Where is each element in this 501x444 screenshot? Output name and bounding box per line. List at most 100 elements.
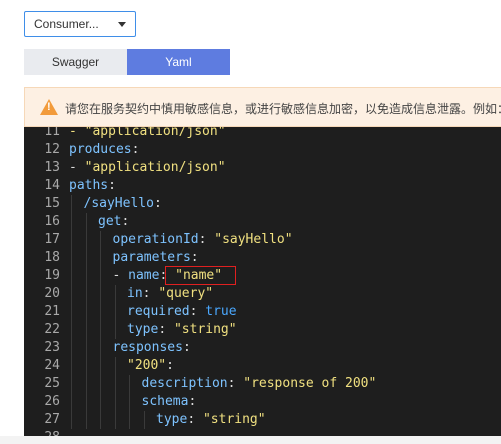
code-text: type: "string" — [156, 411, 266, 429]
code-text: produces: — [69, 141, 139, 159]
indent-guide — [71, 303, 72, 321]
code-text: /sayHello: — [84, 195, 162, 213]
code-text: operationId: "sayHello" — [113, 231, 293, 249]
code-token: : — [188, 394, 197, 409]
indent-guide — [100, 411, 101, 429]
line-number: 28 — [24, 429, 60, 436]
code-line[interactable]: 15/sayHello: — [24, 195, 501, 213]
yaml-editor[interactable]: 11- "application/json" 12 produces: 13- "ap… — [24, 127, 501, 436]
code-token: type — [156, 412, 188, 427]
indent-guide — [129, 375, 130, 393]
code-token: : — [227, 376, 244, 391]
indent-guide — [71, 357, 72, 375]
code-line[interactable]: 13- "application/json" — [24, 159, 501, 177]
code-line[interactable]: 18 parameters: — [24, 249, 501, 267]
code-line[interactable]: 23 responses: — [24, 339, 501, 357]
indent-guide — [85, 249, 87, 267]
indent-guide — [71, 213, 72, 231]
warning-text: 请您在服务契约中慎用敏感信息，或进行敏感信息加密，以免造成信息泄露。例如：用户 — [65, 102, 501, 116]
code-token: : — [189, 304, 206, 319]
code-line[interactable]: 20 in: "query" — [24, 285, 501, 303]
indent-guide — [71, 231, 72, 249]
code-line[interactable]: 21 required: true — [24, 303, 501, 321]
indent-guide — [100, 303, 101, 321]
highlight-box — [165, 266, 236, 285]
indent-guide — [100, 249, 101, 267]
code-line[interactable]: 14 paths: — [24, 177, 501, 195]
code-line[interactable]: 16 get: — [24, 213, 501, 231]
code-token: - — [69, 160, 85, 175]
indent-guide — [85, 411, 87, 429]
line-number: 23 — [44, 340, 60, 355]
consumer-select-value: Consumer... — [34, 17, 99, 31]
line-number: 24 — [44, 358, 60, 373]
code-token: in — [127, 286, 143, 301]
indent-guide — [71, 393, 72, 411]
indent-guide — [85, 267, 87, 285]
code-line[interactable]: 24 "200": — [24, 357, 501, 375]
line-number: 20 — [44, 286, 60, 301]
code-token: "query" — [158, 286, 214, 301]
indent-guide — [100, 339, 101, 357]
code-token: "string" — [173, 322, 237, 337]
code-line[interactable]: 22 type: "string" — [24, 321, 501, 339]
page-bottom-strip — [0, 436, 501, 444]
code-text: in: "query" — [127, 285, 213, 303]
code-text: "200": — [127, 357, 174, 375]
code-token: operationId — [112, 232, 199, 247]
code-line[interactable]: 26 schema: — [24, 393, 501, 411]
line-number: 11 — [44, 127, 60, 139]
indent-guide — [85, 321, 87, 339]
code-line[interactable]: 19- name: "name" — [24, 267, 501, 285]
tab-swagger[interactable]: Swagger — [24, 49, 127, 75]
code-token: : — [108, 178, 116, 193]
code-token: "200" — [127, 358, 167, 373]
consumer-select[interactable]: Consumer... — [24, 11, 136, 37]
indent-guide — [85, 339, 87, 357]
line-number: 14 — [44, 178, 60, 193]
indent-guide — [100, 321, 101, 339]
indent-guide — [114, 321, 116, 339]
indent-guide — [100, 375, 101, 393]
chevron-down-icon[interactable] — [118, 22, 126, 27]
indent-guide — [85, 231, 87, 249]
indent-guide — [85, 393, 87, 411]
code-token: "response of 200" — [243, 376, 377, 391]
code-line[interactable]: 27 type: "string" — [24, 411, 501, 429]
code-text: schema: — [142, 393, 197, 411]
code-token: true — [205, 304, 237, 319]
indent-guide — [114, 393, 116, 411]
code-token: "application/json" — [84, 160, 226, 175]
code-token: "string" — [202, 412, 266, 427]
indent-guide — [114, 285, 116, 303]
line-number: 22 — [44, 322, 60, 337]
code-token: : — [166, 358, 174, 373]
line-number: 19 — [44, 268, 60, 283]
code-line[interactable]: 25 description: "response of 200" — [24, 375, 501, 393]
indent-guide — [71, 267, 72, 285]
indent-guide — [71, 375, 72, 393]
code-token: : — [153, 196, 162, 211]
line-number: 15 — [44, 196, 60, 211]
code-line[interactable]: 17 operationId: "sayHello" — [24, 231, 501, 249]
code-token: required — [127, 304, 190, 319]
line-number: 16 — [44, 214, 60, 229]
code-line[interactable]: 12 produces: — [24, 141, 501, 159]
line-number: 17 — [44, 232, 60, 247]
sensitive-info-warning: ! 请您在服务契约中慎用敏感信息，或进行敏感信息加密，以免造成信息泄露。例如：用… — [24, 87, 501, 127]
code-text: required: true — [127, 303, 237, 321]
tab-yaml[interactable]: Yaml — [127, 49, 230, 75]
code-text: responses: — [113, 339, 191, 357]
line-number: 18 — [44, 250, 60, 265]
line-number: 26 — [44, 394, 60, 409]
code-token: produces — [69, 142, 132, 157]
code-line[interactable]: 28 — [24, 429, 501, 436]
indent-guide — [100, 231, 101, 249]
indent-guide — [85, 285, 87, 303]
code-line[interactable]: 11 - "application/json" — [24, 127, 501, 141]
code-token: : — [190, 250, 199, 265]
code-token: type — [127, 322, 159, 337]
code-token: : — [198, 232, 215, 247]
code-text: parameters: — [113, 249, 199, 267]
code-text: get: — [98, 213, 129, 231]
